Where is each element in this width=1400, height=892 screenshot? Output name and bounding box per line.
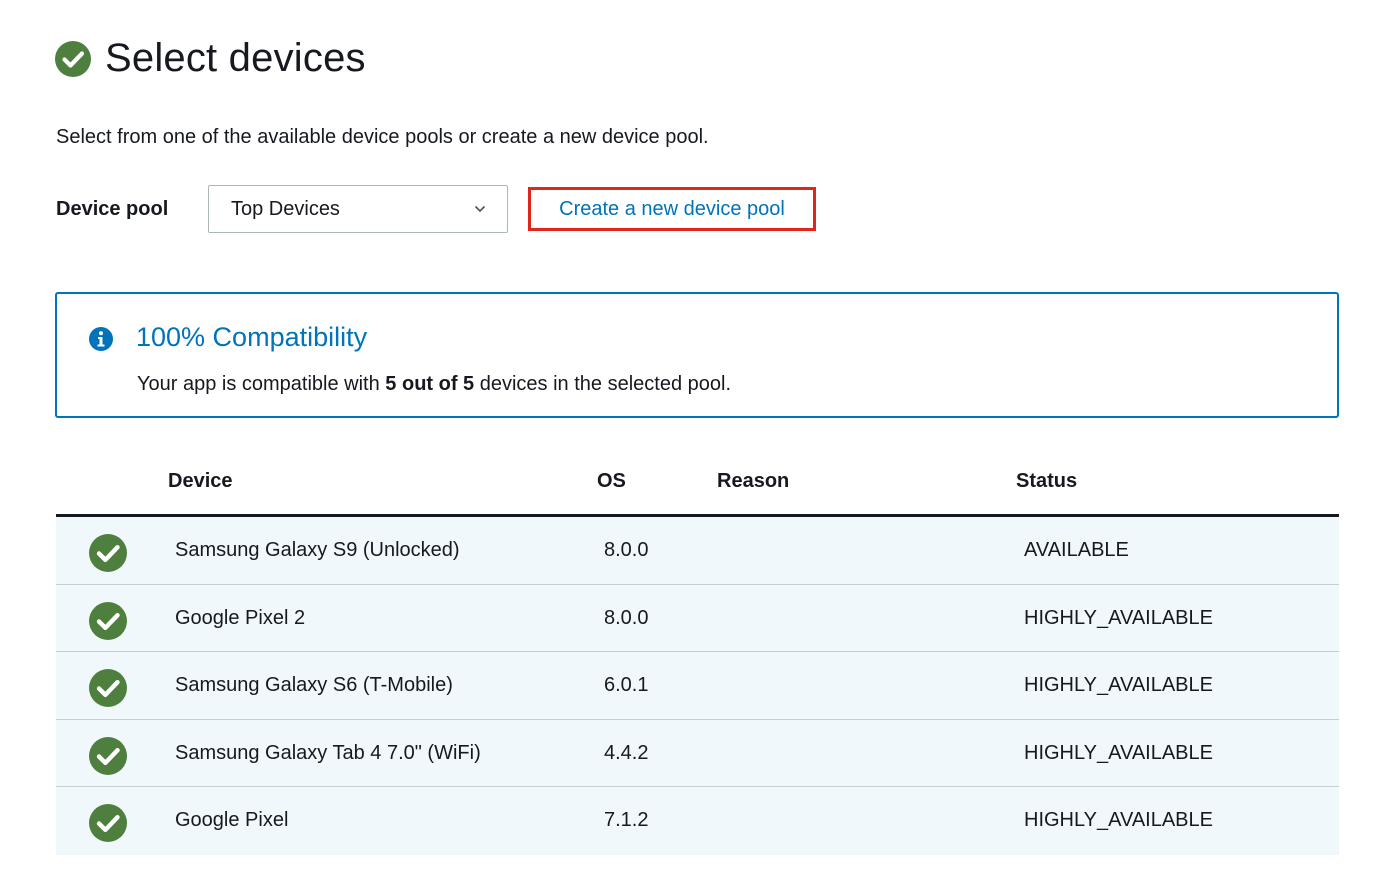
status-cell: HIGHLY_AVAILABLE <box>1024 741 1213 764</box>
os-version-cell: 8.0.0 <box>604 606 649 629</box>
column-header-reason[interactable]: Reason <box>717 470 789 493</box>
check-circle-icon <box>55 40 91 77</box>
device-pool-select[interactable]: Top Devices <box>208 185 508 233</box>
info-icon <box>89 327 113 351</box>
device-pool-label: Device pool <box>56 197 169 220</box>
device-name-cell: Google Pixel 2 <box>175 606 306 629</box>
os-version-cell: 8.0.0 <box>604 539 649 561</box>
table-row[interactable]: Samsung Galaxy S9 (Unlocked) 8.0.0 AVAILAB… <box>56 517 1339 585</box>
table-row[interactable]: Samsung Galaxy S6 (T-Mobile) 6.0.1 HIGHLY_… <box>56 652 1339 720</box>
devices-table: Device OS Reason Status Samsung Galaxy S… <box>56 455 1339 855</box>
compatibility-alert: 100% Compatibility Your app is compatibl… <box>55 292 1339 418</box>
os-version-cell: 7.1.2 <box>604 809 649 832</box>
table-row[interactable]: Samsung Galaxy Tab 4 7.0" (WiFi) 4.4.2 HIG… <box>56 719 1339 788</box>
device-name-cell: Samsung Galaxy S9 (Unlocked) <box>175 539 460 561</box>
column-header-os[interactable]: OS <box>597 470 626 493</box>
check-circle-icon <box>89 736 127 775</box>
status-cell: AVAILABLE <box>1024 539 1129 561</box>
table-body: Samsung Galaxy S9 (Unlocked) 8.0.0 AVAILAB… <box>56 517 1339 855</box>
page-description: Select from one of the available device … <box>56 126 709 148</box>
compatibility-count: 5 out of 5 <box>385 373 475 395</box>
status-cell: HIGHLY_AVAILABLE <box>1024 674 1213 697</box>
device-pool-row: Device pool Top Devices Create a new dev… <box>56 185 816 233</box>
column-header-device[interactable]: Device <box>168 470 233 493</box>
device-name-cell: Samsung Galaxy S6 (T-Mobile) <box>175 674 453 697</box>
chevron-down-icon <box>475 206 485 212</box>
check-circle-icon <box>89 534 127 572</box>
create-device-pool-link[interactable]: Create a new device pool <box>559 198 785 221</box>
page-title: Select devices <box>105 36 366 80</box>
check-circle-icon <box>89 669 127 708</box>
device-pool-selected-value: Top Devices <box>231 197 340 220</box>
device-name-cell: Samsung Galaxy Tab 4 7.0" (WiFi) <box>175 741 481 764</box>
table-row[interactable]: Google Pixel 2 8.0.0 HIGHLY_AVAILABLE <box>56 584 1339 653</box>
table-header: Device OS Reason Status <box>56 455 1339 517</box>
device-name-cell: Google Pixel <box>175 809 289 832</box>
check-circle-icon <box>89 601 127 640</box>
column-header-status[interactable]: Status <box>1016 470 1077 493</box>
check-circle-icon <box>89 804 127 843</box>
compatibility-text: Your app is compatible with 5 out of 5 d… <box>137 373 732 395</box>
os-version-cell: 6.0.1 <box>604 674 649 697</box>
page-header: Select devices <box>55 36 366 81</box>
compatibility-title: 100% Compatibility <box>136 322 368 352</box>
table-row[interactable]: Google Pixel 7.1.2 HIGHLY_AVAILABLE <box>56 787 1339 855</box>
status-cell: HIGHLY_AVAILABLE <box>1024 606 1213 629</box>
os-version-cell: 4.4.2 <box>604 741 649 764</box>
status-cell: HIGHLY_AVAILABLE <box>1024 809 1213 832</box>
create-pool-highlight: Create a new device pool <box>528 187 816 231</box>
